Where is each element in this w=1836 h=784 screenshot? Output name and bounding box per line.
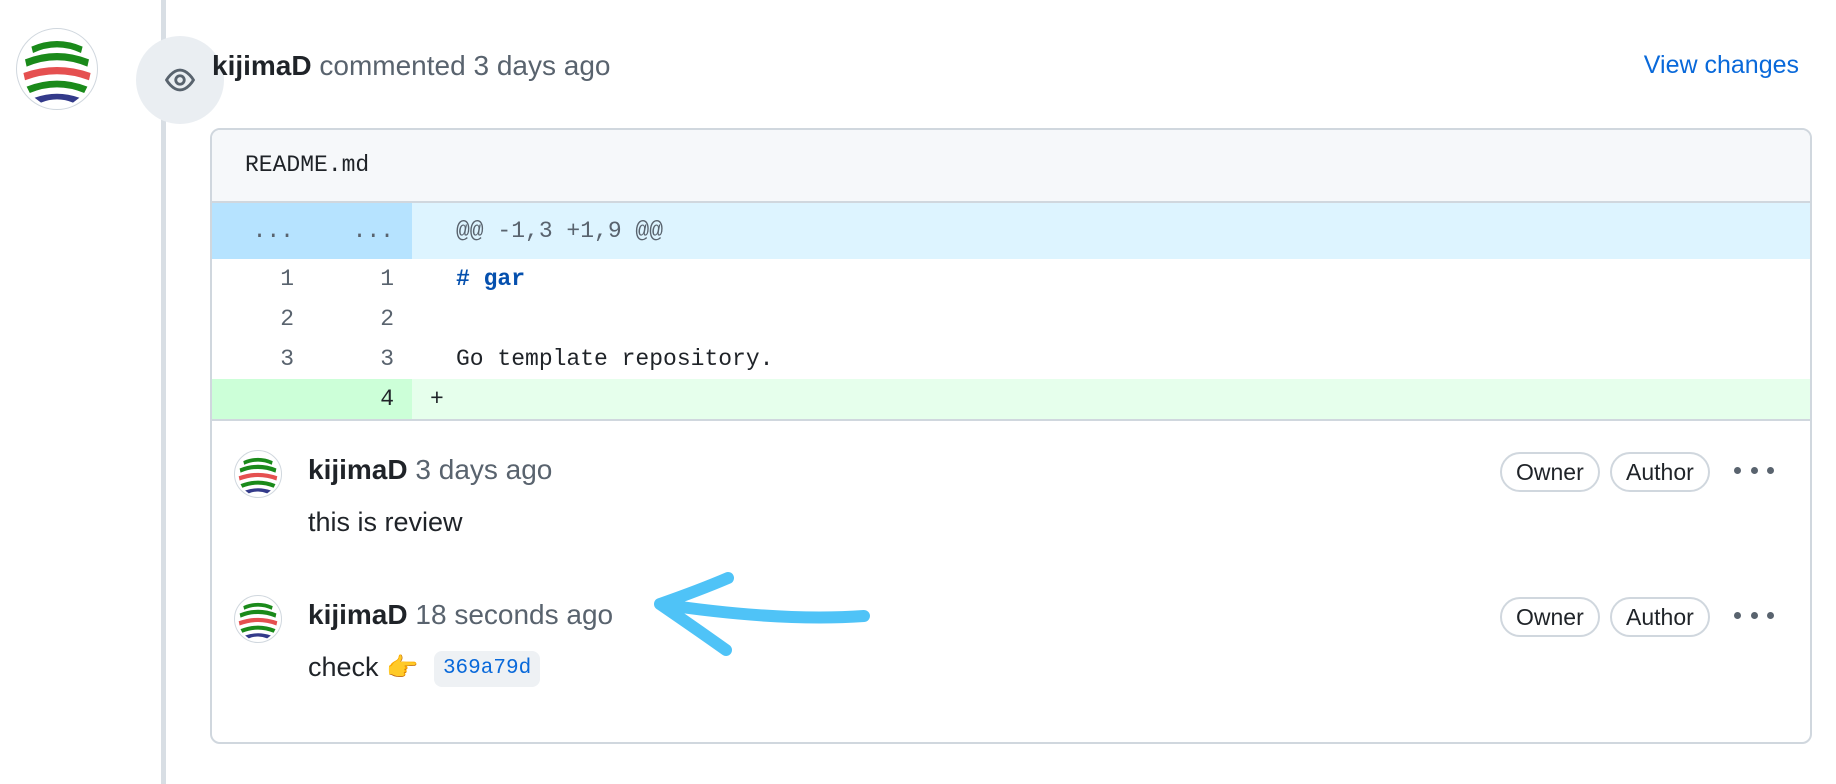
diff-line-code: # gar bbox=[456, 259, 525, 299]
comment-body: this is review bbox=[308, 507, 463, 537]
comment-author[interactable]: kijimaD bbox=[308, 599, 408, 630]
review-time[interactable]: 3 days ago bbox=[473, 50, 610, 81]
diff-added-line: 4 + bbox=[212, 379, 1810, 421]
avatar[interactable] bbox=[234, 450, 282, 498]
kebab-dot-icon bbox=[1767, 611, 1774, 619]
review-thread: README.md ... ... @@ -1,3 +1,9 @@ 1 1 # … bbox=[210, 128, 1812, 744]
kebab-dot-icon bbox=[1750, 466, 1758, 474]
avatar[interactable] bbox=[16, 28, 98, 110]
author-label: Author bbox=[1610, 452, 1710, 492]
comment-options-button[interactable] bbox=[1734, 601, 1774, 629]
pointing-right-emoji: 👉 bbox=[386, 652, 419, 682]
hunk-header: @@ -1,3 +1,9 @@ bbox=[456, 218, 664, 244]
markdown-heading-text: gar bbox=[483, 266, 526, 292]
view-changes-link[interactable]: View changes bbox=[1644, 48, 1799, 82]
old-line-number[interactable]: 2 bbox=[212, 299, 294, 339]
markdown-heading-marker: # bbox=[456, 266, 484, 292]
comment-time[interactable]: 3 days ago bbox=[415, 454, 552, 485]
old-line-number[interactable]: 1 bbox=[212, 259, 294, 299]
hunk-old-expander[interactable]: ... bbox=[212, 203, 294, 259]
review-comment: kijimaD 3 days ago Owner Author this is … bbox=[212, 450, 1810, 550]
kebab-dot-icon bbox=[1734, 611, 1741, 619]
comment-header: kijimaD 3 days ago bbox=[308, 450, 552, 490]
avatar-image bbox=[17, 29, 97, 109]
new-line-number[interactable]: 2 bbox=[312, 299, 394, 339]
old-line-number bbox=[212, 379, 294, 419]
eye-icon-badge bbox=[136, 36, 224, 124]
diff-line-code: Go template repository. bbox=[456, 346, 774, 372]
hunk-new-expander[interactable]: ... bbox=[312, 203, 394, 259]
comment-options-button[interactable] bbox=[1734, 456, 1774, 484]
eye-icon bbox=[164, 68, 196, 92]
file-name[interactable]: README.md bbox=[212, 130, 1810, 203]
new-line-number[interactable]: 3 bbox=[312, 339, 394, 379]
avatar[interactable] bbox=[234, 595, 282, 643]
review-author[interactable]: kijimaD bbox=[212, 50, 312, 81]
author-label: Author bbox=[1610, 597, 1710, 637]
diff-line: 2 2 bbox=[212, 299, 1810, 339]
comment-time[interactable]: 18 seconds ago bbox=[415, 599, 613, 630]
avatar-image bbox=[235, 451, 281, 497]
owner-label: Owner bbox=[1500, 597, 1600, 637]
comment-author[interactable]: kijimaD bbox=[308, 454, 408, 485]
diff-line: 3 3 Go template repository. bbox=[212, 339, 1810, 379]
owner-label: Owner bbox=[1500, 452, 1600, 492]
diff-line: 1 1 # gar bbox=[212, 259, 1810, 299]
avatar-image bbox=[235, 596, 281, 642]
kebab-dot-icon bbox=[1750, 611, 1758, 619]
comment-header: kijimaD 18 seconds ago bbox=[308, 595, 613, 635]
review-action: commented bbox=[319, 50, 466, 81]
comment-body: check 👉 369a79d bbox=[308, 647, 541, 687]
diff-hunk-row: ... ... @@ -1,3 +1,9 @@ bbox=[212, 203, 1810, 259]
kebab-dot-icon bbox=[1734, 466, 1741, 474]
new-line-number[interactable]: 1 bbox=[312, 259, 394, 299]
commit-sha-link[interactable]: 369a79d bbox=[433, 650, 541, 687]
review-header: kijimaD commented 3 days ago bbox=[212, 46, 610, 86]
kebab-dot-icon bbox=[1767, 466, 1774, 474]
added-marker: + bbox=[430, 386, 444, 412]
old-line-number[interactable]: 3 bbox=[212, 339, 294, 379]
new-line-number[interactable]: 4 bbox=[312, 379, 394, 419]
comment-text: check bbox=[308, 652, 379, 682]
review-comment: kijimaD 18 seconds ago Owner Author chec… bbox=[212, 595, 1810, 705]
